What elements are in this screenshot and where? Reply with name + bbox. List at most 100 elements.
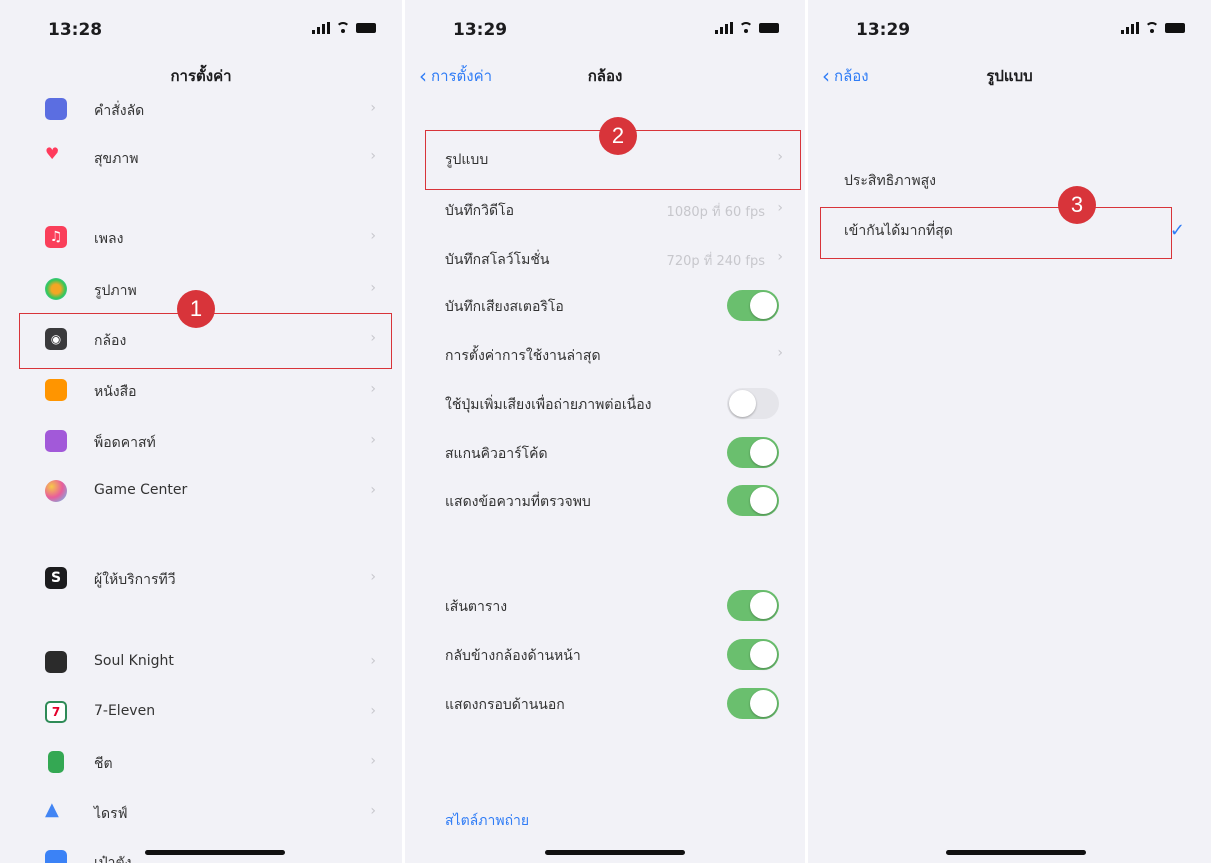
status-time: 13:29 [856, 20, 911, 40]
drive-icon: ▲ [45, 799, 59, 820]
item-label: ไดรฟ์ [94, 806, 128, 822]
page-title: รูปแบบ [986, 67, 1033, 85]
settings-item-sheets[interactable]: ชีต › [0, 739, 402, 787]
chevron-right-icon: › [370, 703, 376, 719]
battery-icon [759, 23, 779, 33]
photographic-styles-link[interactable]: สไตล์ภาพถ่าย [445, 810, 529, 832]
row-label: บันทึกวิดีโอ [445, 203, 515, 219]
step-badge-3: 3 [1058, 186, 1096, 224]
formats-panel: 13:29 ‹ กล้อง รูปแบบ ประสิทธิภาพสูง เข้า… [808, 0, 1211, 863]
chevron-right-icon: › [370, 803, 376, 819]
item-label: 7-Eleven [94, 703, 156, 719]
stereo-toggle[interactable] [727, 290, 779, 321]
chevron-right-icon: › [370, 653, 376, 669]
battery-icon [356, 23, 376, 33]
chevron-right-icon: › [777, 249, 783, 265]
settings-item-game-center[interactable]: Game Center › [0, 468, 402, 516]
chevron-right-icon: › [777, 200, 783, 216]
item-label: เพลง [94, 231, 124, 247]
row-label: สแกนคิวอาร์โค้ด [445, 446, 548, 462]
row-label: บันทึกเสียงสเตอริโอ [445, 299, 564, 315]
seven-eleven-icon: 7 [45, 701, 67, 723]
home-indicator [145, 850, 285, 855]
status-time: 13:28 [48, 20, 103, 40]
settings-item-soul-knight[interactable]: Soul Knight › [0, 639, 402, 687]
page-title: กล้อง [587, 67, 623, 85]
camera-row-scan-qr: สแกนคิวอาร์โค้ด [405, 429, 805, 477]
signal-icon [715, 22, 733, 34]
row-label: เส้นตาราง [445, 599, 508, 615]
shortcuts-icon [45, 98, 67, 120]
wifi-icon [1145, 22, 1159, 34]
music-icon: ♫ [45, 226, 67, 248]
item-label: เป๋าตัง [94, 855, 132, 863]
format-option-high-efficiency[interactable]: ประสิทธิภาพสูง [808, 156, 1211, 204]
status-bar: 13:29 [405, 14, 805, 44]
camera-row-grid: เส้นตาราง [405, 582, 805, 630]
camera-row-record-slomo[interactable]: บันทึกสโลว์โมชั่น 720p ที่ 240 fps › [405, 235, 805, 283]
item-label: รูปภาพ [94, 283, 137, 299]
chevron-right-icon: › [370, 148, 376, 164]
camera-row-show-detected-text: แสดงข้อความที่ตรวจพบ [405, 477, 805, 525]
status-icons [715, 22, 779, 34]
sheets-icon [48, 751, 64, 773]
game-center-icon [45, 480, 67, 502]
status-bar: 13:28 [0, 14, 402, 44]
row-label: ใช้ปุ่มเพิ่มเสียงเพื่อถ่ายภาพต่อเนื่อง [445, 397, 652, 413]
item-label: Game Center [94, 482, 188, 498]
status-icons [312, 22, 376, 34]
settings-item-health[interactable]: ♥ สุขภาพ › [0, 134, 402, 182]
chevron-right-icon: › [370, 432, 376, 448]
chevron-right-icon: › [370, 753, 376, 769]
item-label: ชีต [94, 756, 113, 772]
highlight-most-compatible [820, 207, 1172, 259]
checkmark-icon: ✓ [1169, 220, 1185, 241]
row-value: 1080p ที่ 60 fps [666, 205, 765, 220]
view-outside-toggle[interactable] [727, 688, 779, 719]
page-title: การตั้งค่า [170, 67, 232, 85]
chevron-right-icon: › [370, 100, 376, 116]
camera-settings-panel: 13:29 ‹ การตั้งค่า กล้อง รูปแบบ › 2 บันท… [405, 0, 805, 863]
settings-item-shortcuts[interactable]: คำสั่งลัด › [0, 86, 402, 134]
settings-item-7eleven[interactable]: 7 7-Eleven › [0, 689, 402, 737]
status-bar: 13:29 [808, 14, 1211, 44]
camera-row-volume-burst: ใช้ปุ่มเพิ่มเสียงเพื่อถ่ายภาพต่อเนื่อง [405, 380, 805, 428]
podcasts-icon [45, 430, 67, 452]
settings-panel: 13:28 การตั้งค่า คำสั่งลัด › ♥ สุขภาพ › … [0, 0, 402, 863]
volume-burst-toggle[interactable] [727, 388, 779, 419]
camera-row-record-video[interactable]: บันทึกวิดีโอ 1080p ที่ 60 fps › [405, 186, 805, 234]
chevron-right-icon: › [370, 228, 376, 244]
settings-item-tv-provider[interactable]: S ผู้ให้บริการทีวี › [0, 555, 402, 603]
row-label: แสดงข้อความที่ตรวจพบ [445, 494, 591, 510]
soul-knight-icon [45, 651, 67, 673]
signal-icon [1121, 22, 1139, 34]
row-label: การตั้งค่าการใช้งานล่าสุด [445, 348, 601, 364]
chevron-right-icon: › [370, 569, 376, 585]
books-icon [45, 379, 67, 401]
grid-toggle[interactable] [727, 590, 779, 621]
battery-icon [1165, 23, 1185, 33]
camera-row-record-stereo: บันทึกเสียงสเตอริโอ [405, 282, 805, 330]
settings-item-podcasts[interactable]: พ็อดคาสท์ › [0, 418, 402, 466]
detected-text-toggle[interactable] [727, 485, 779, 516]
chevron-right-icon: › [370, 381, 376, 397]
item-label: หนังสือ [94, 384, 137, 400]
status-time: 13:29 [453, 20, 508, 40]
row-label: กลับข้างกล้องด้านหน้า [445, 648, 581, 664]
health-heart-icon: ♥ [45, 144, 60, 163]
wifi-icon [336, 22, 350, 34]
chevron-right-icon: › [370, 482, 376, 498]
option-label: ประสิทธิภาพสูง [844, 173, 936, 189]
nav-bar: ‹ การตั้งค่า กล้อง [405, 60, 805, 92]
mirror-front-toggle[interactable] [727, 639, 779, 670]
camera-row-preserve-settings[interactable]: การตั้งค่าการใช้งานล่าสุด › [405, 331, 805, 379]
settings-item-books[interactable]: หนังสือ › [0, 367, 402, 415]
item-label: สุขภาพ [94, 151, 139, 167]
photos-icon [45, 278, 67, 300]
camera-row-mirror-front: กลับข้างกล้องด้านหน้า [405, 631, 805, 679]
settings-item-drive[interactable]: ▲ ไดรฟ์ › [0, 789, 402, 837]
item-label: คำสั่งลัด [94, 103, 145, 119]
row-label: บันทึกสโลว์โมชั่น [445, 252, 550, 268]
settings-item-music[interactable]: ♫ เพลง › [0, 214, 402, 262]
scan-qr-toggle[interactable] [727, 437, 779, 468]
